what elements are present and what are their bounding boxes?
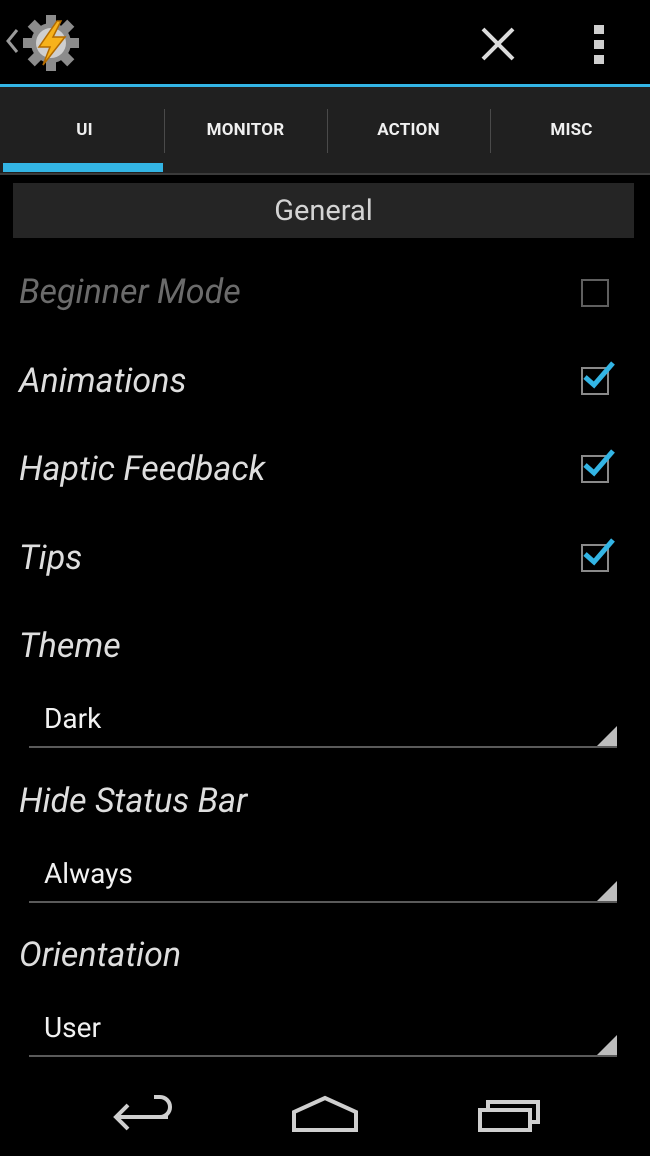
hide-status-bar-value: Always (44, 857, 133, 890)
hide-status-bar-label: Hide Status Bar (19, 781, 248, 821)
tasker-bolt-gear-icon[interactable] (22, 14, 80, 76)
spinner-underline (29, 746, 617, 748)
tab-misc[interactable]: MISC (490, 87, 650, 173)
orientation-value: User (44, 1011, 101, 1044)
tab-bar: UI MONITOR ACTION MISC (0, 87, 650, 175)
checkmark-icon (583, 361, 615, 389)
tips-label[interactable]: Tips (19, 538, 82, 578)
spinner-underline (29, 901, 617, 903)
checkmark-icon (583, 538, 615, 566)
orientation-label: Orientation (19, 935, 182, 975)
orientation-spinner[interactable]: User (29, 1009, 617, 1057)
selected-tab-indicator (3, 163, 163, 172)
section-header-general: General (13, 183, 634, 238)
theme-value: Dark (44, 702, 102, 735)
system-nav-bar (0, 1076, 650, 1156)
nav-recents-icon[interactable] (474, 1088, 544, 1144)
animations-label[interactable]: Animations (19, 361, 186, 401)
spinner-underline (29, 1055, 617, 1057)
nav-home-icon[interactable] (288, 1088, 362, 1144)
hide-status-bar-spinner[interactable]: Always (29, 855, 617, 903)
overflow-menu-icon[interactable] (584, 20, 614, 68)
dropdown-corner-icon (597, 1035, 617, 1055)
dropdown-corner-icon (597, 726, 617, 746)
nav-back-icon[interactable] (108, 1088, 178, 1144)
haptic-feedback-label[interactable]: Haptic Feedback (19, 449, 265, 489)
animations-checkbox[interactable] (581, 361, 615, 395)
theme-label: Theme (19, 626, 121, 666)
dropdown-corner-icon (597, 881, 617, 901)
tips-checkbox[interactable] (581, 538, 615, 572)
close-icon[interactable] (474, 20, 522, 68)
theme-spinner[interactable]: Dark (29, 700, 617, 748)
beginner-mode-label[interactable]: Beginner Mode (19, 272, 241, 312)
action-bar (0, 0, 650, 87)
tab-monitor[interactable]: MONITOR (164, 87, 327, 173)
beginner-mode-checkbox[interactable] (581, 279, 609, 307)
tab-ui[interactable]: UI (3, 87, 166, 173)
tab-action[interactable]: ACTION (327, 87, 490, 173)
chevron-left-icon[interactable] (5, 28, 19, 58)
haptic-feedback-checkbox[interactable] (581, 449, 615, 483)
checkmark-icon (583, 449, 615, 477)
